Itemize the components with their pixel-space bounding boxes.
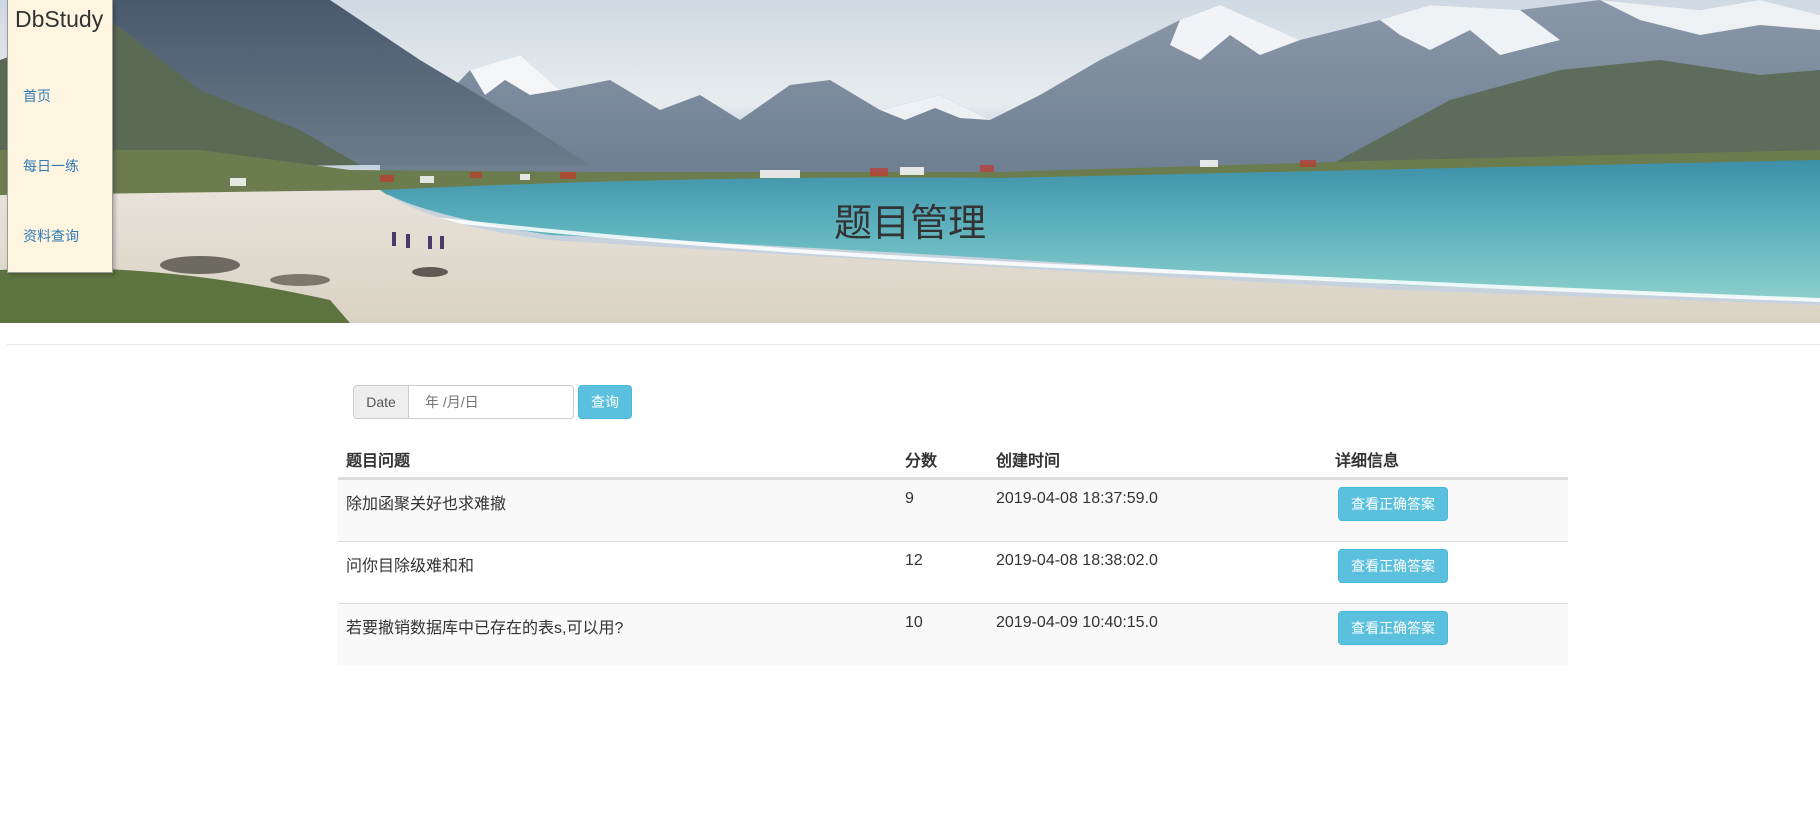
page-title: 题目管理 [833,203,986,245]
table-row: 问你目除级难和和 12 2019-04-08 18:38:02.0 查看正确答案 [338,541,1568,603]
divider [7,344,1820,345]
query-button[interactable]: 查询 [578,385,632,419]
score-cell: 9 [905,490,914,507]
view-answer-button[interactable]: 查看正确答案 [1338,611,1448,645]
column-header-created: 创建时间 [996,453,1061,470]
score-cell: 10 [905,614,923,631]
sidebar-item-resources[interactable]: 资料查询 [23,226,79,246]
question-cell: 问你目除级难和和 [346,558,475,575]
sidebar-nav: DbStudy 首页 每日一练 资料查询 [7,0,113,273]
brand-logo[interactable]: DbStudy [15,6,103,33]
column-header-details: 详细信息 [1335,453,1400,470]
score-cell: 12 [905,552,923,569]
column-header-score: 分数 [905,453,938,470]
sidebar-item-home[interactable]: 首页 [23,86,51,106]
created-cell: 2019-04-08 18:37:59.0 [996,490,1158,507]
view-answer-button[interactable]: 查看正确答案 [1338,549,1448,583]
date-search-form: Date [353,385,574,419]
table-row: 若要撤销数据库中已存在的表s,可以用? 10 2019-04-09 10:40:… [338,603,1568,665]
sidebar-item-daily-practice[interactable]: 每日一练 [23,156,79,176]
table-header: 题目问题 分数 创建时间 详细信息 [338,436,1568,479]
landscape-background-image [0,0,1820,323]
question-cell: 若要撤销数据库中已存在的表s,可以用? [346,620,624,637]
created-cell: 2019-04-09 10:40:15.0 [996,614,1158,631]
created-cell: 2019-04-08 18:38:02.0 [996,552,1158,569]
questions-table: 题目问题 分数 创建时间 详细信息 除加函聚关好也求难撤 9 2019-04-0… [338,436,1568,665]
date-input[interactable] [408,385,574,419]
hero-banner: 题目管理 [0,0,1820,323]
table-row: 除加函聚关好也求难撤 9 2019-04-08 18:37:59.0 查看正确答… [338,479,1568,541]
question-cell: 除加函聚关好也求难撤 [346,496,507,513]
column-header-question: 题目问题 [346,453,411,470]
view-answer-button[interactable]: 查看正确答案 [1338,487,1448,521]
date-addon-label: Date [353,385,408,419]
